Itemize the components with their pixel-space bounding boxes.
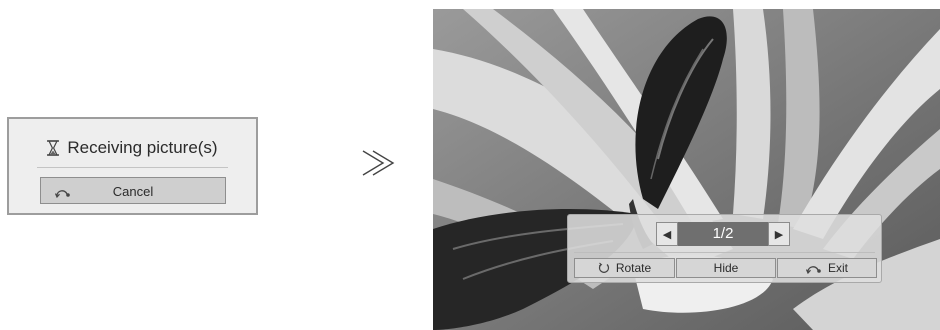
triangle-right-icon: ▶ [774, 229, 784, 241]
dialog-title: Receiving picture(s) [9, 138, 256, 161]
cancel-button-label: Cancel [112, 184, 154, 199]
screen: Receiving picture(s) Cancel ◀ 1/2 ▶ Rota… [0, 0, 940, 330]
dialog-title-text: Receiving picture(s) [67, 138, 218, 157]
page-indicator: 1/2 [678, 222, 768, 246]
next-page-button[interactable]: ▶ [768, 222, 790, 246]
page-navigator: ◀ 1/2 ▶ [656, 222, 790, 246]
hide-button-label: Hide [713, 261, 739, 275]
prev-page-button[interactable]: ◀ [656, 222, 678, 246]
hourglass-icon [47, 140, 60, 161]
triangle-left-icon: ◀ [662, 229, 672, 241]
receiving-dialog: Receiving picture(s) Cancel [7, 117, 258, 215]
exit-button-label: Exit [827, 261, 848, 275]
panel-divider [574, 252, 875, 253]
double-chevron-right-icon [361, 147, 397, 184]
exit-button[interactable]: Exit [777, 258, 877, 278]
back-icon [805, 261, 822, 279]
cancel-button[interactable]: Cancel [40, 177, 226, 204]
rotate-icon [598, 261, 610, 279]
hide-button[interactable]: Hide [676, 258, 776, 278]
dialog-divider [37, 167, 228, 168]
viewer-control-panel: ◀ 1/2 ▶ Rotate Hide Exit [567, 214, 882, 283]
rotate-button-label: Rotate [615, 261, 652, 275]
rotate-button[interactable]: Rotate [574, 258, 675, 278]
